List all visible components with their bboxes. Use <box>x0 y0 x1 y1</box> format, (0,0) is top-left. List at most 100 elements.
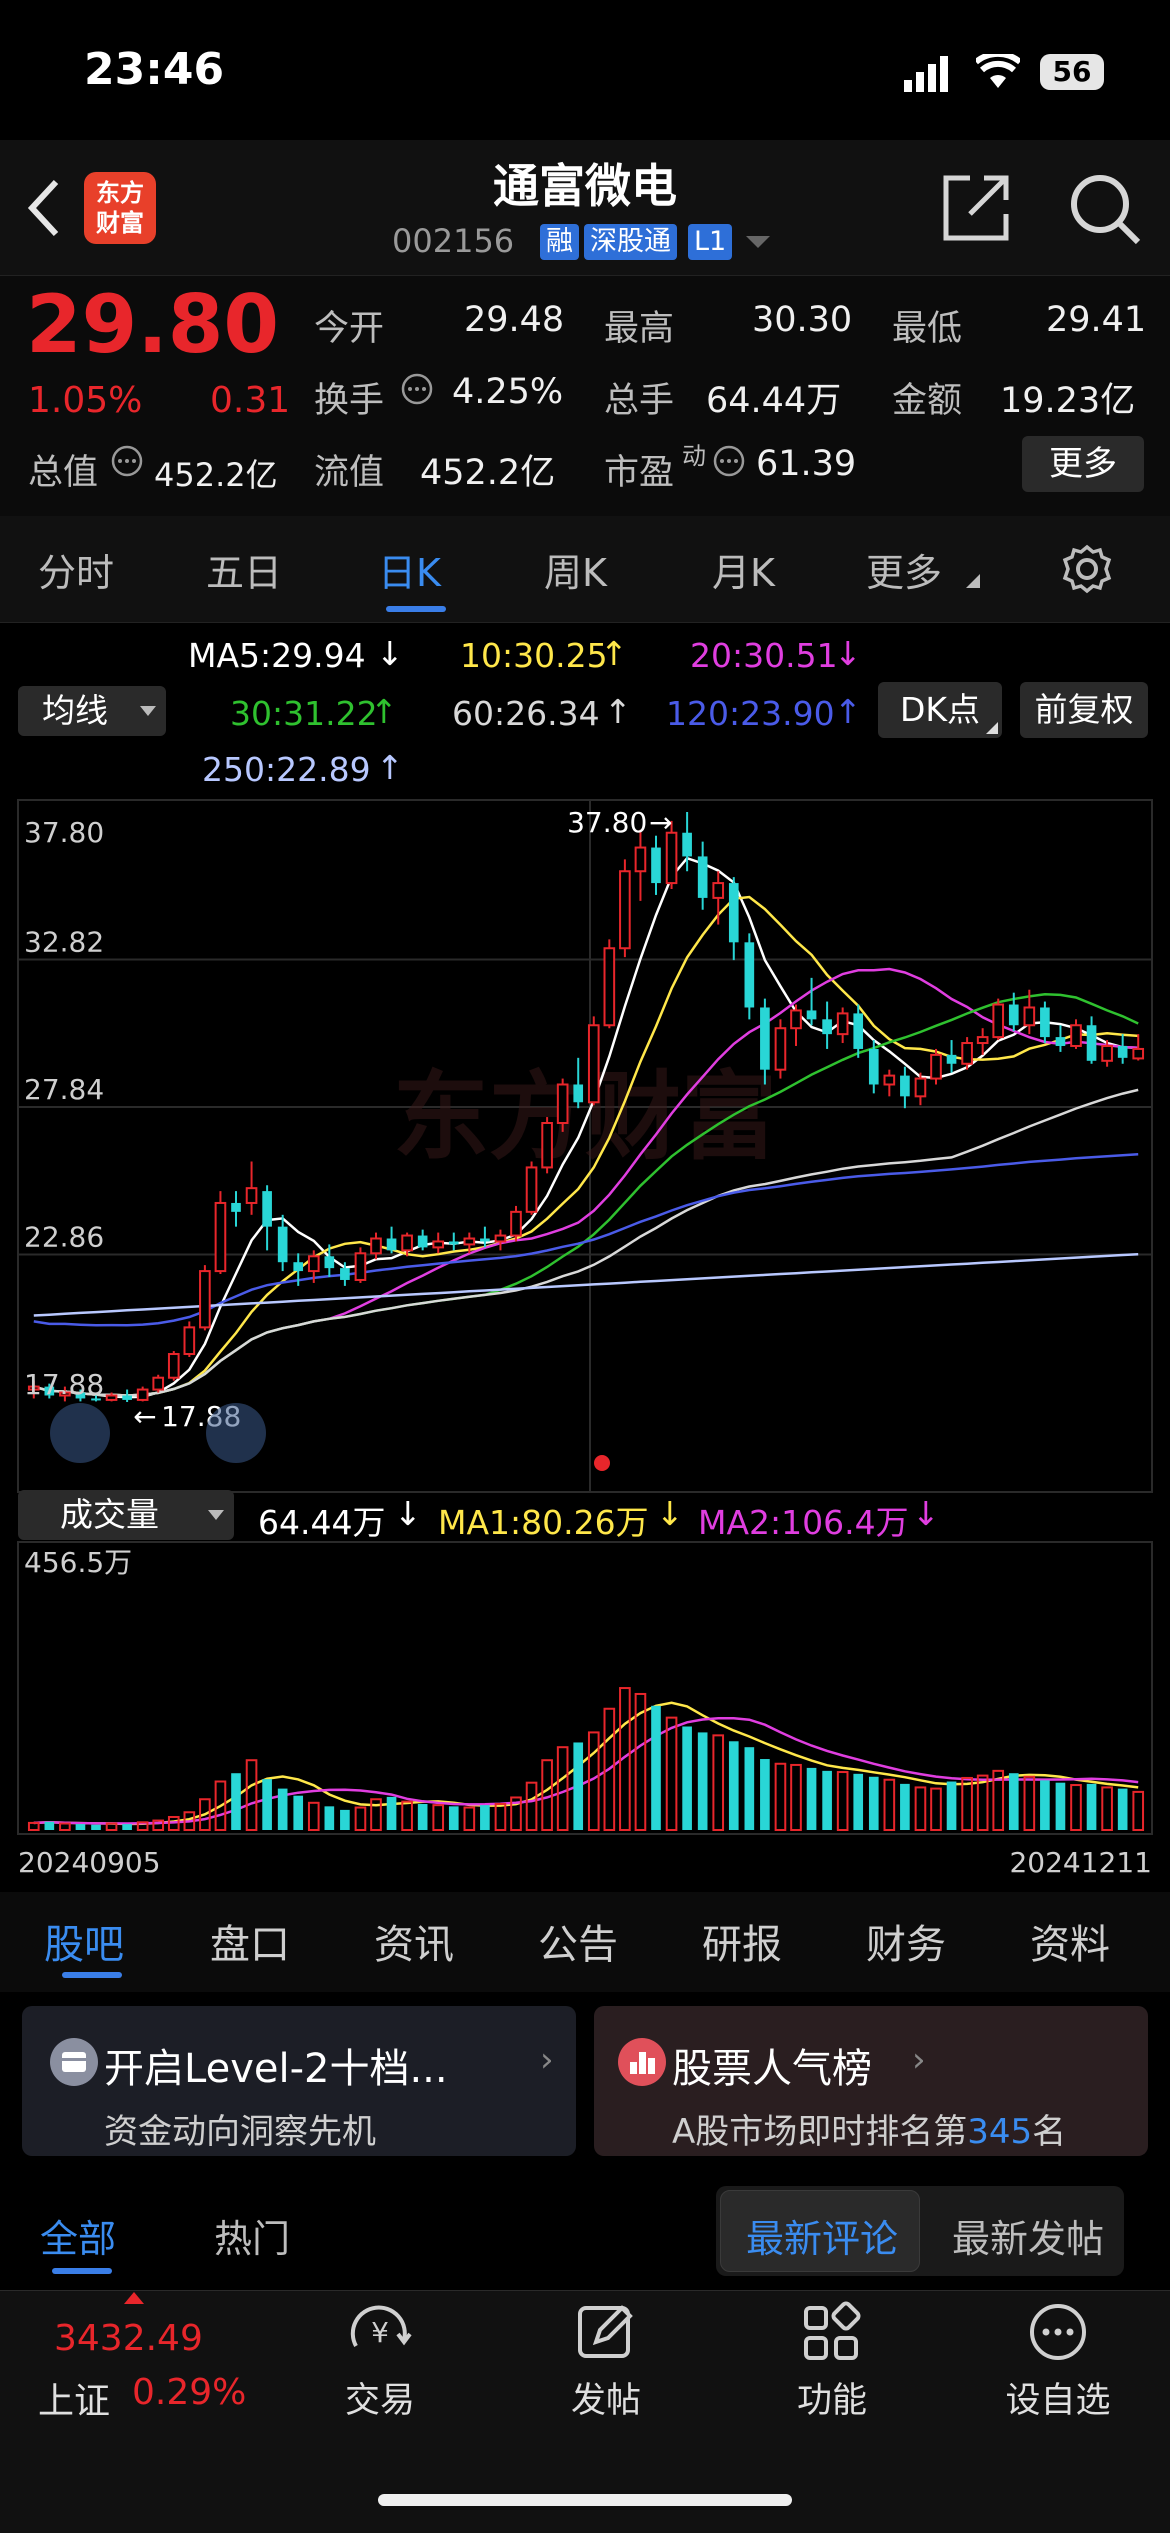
tag-level: L1 <box>688 224 733 260</box>
popularity-title: 股票人气榜 <box>672 2046 872 2092</box>
candle-body <box>651 847 661 884</box>
subtab-financials[interactable]: 财务 <box>866 1912 946 1970</box>
low-value: 29.41 <box>1046 300 1147 340</box>
candle-body <box>665 831 678 885</box>
volume-bar <box>59 1822 71 1832</box>
tab-five-day[interactable]: 五日 <box>206 542 282 597</box>
volume-bar <box>1086 1783 1097 1830</box>
down-arrow-icon: ↓ <box>376 634 404 673</box>
subtab-news[interactable]: 资讯 <box>374 1912 454 1970</box>
volume-bar <box>853 1773 864 1830</box>
post-icon[interactable] <box>526 2300 686 2364</box>
up-triangle-icon <box>124 2292 144 2304</box>
event-bubble[interactable] <box>206 1403 266 1463</box>
feed-tab-all[interactable]: 全部 <box>40 2208 116 2263</box>
down-arrow-icon: ↓ <box>394 1494 422 1533</box>
candle-body <box>293 1262 304 1272</box>
price-tick-label: 27.84 <box>24 1073 104 1106</box>
subtab-research[interactable]: 研报 <box>702 1912 782 1970</box>
amount-label: 金额 <box>892 381 963 421</box>
volume-bar <box>1117 1788 1128 1830</box>
volume-bar <box>401 1800 413 1831</box>
volume-selector[interactable]: 成交量 <box>18 1490 234 1540</box>
search-icon[interactable] <box>1066 170 1142 246</box>
candle-body <box>167 1353 180 1379</box>
subtab-forum[interactable]: 股吧 <box>44 1912 124 1970</box>
candle-body <box>1070 1024 1082 1047</box>
info-icon[interactable] <box>110 444 144 478</box>
nav-add-watchlist[interactable]: 设自选 <box>978 2372 1138 2423</box>
subtab-profile[interactable]: 资料 <box>1030 1912 1110 1970</box>
volume-bar <box>790 1763 802 1831</box>
volume-bar <box>463 1806 476 1832</box>
nav-functions[interactable]: 功能 <box>752 2372 912 2423</box>
sort-latest-post[interactable]: 最新发帖 <box>952 2208 1104 2263</box>
candle-body <box>603 947 616 1027</box>
tab-weekly-k[interactable]: 周K <box>544 542 607 597</box>
volume-bar <box>930 1787 942 1831</box>
nav-trade[interactable]: 交易 <box>300 2372 460 2423</box>
candle-body <box>774 1027 787 1071</box>
dk-point-button[interactable]: DK点 <box>878 682 1002 738</box>
feed-tab-hot[interactable]: 热门 <box>214 2208 290 2263</box>
down-arrow-icon: ↓ <box>912 1494 940 1533</box>
low-label: 最低 <box>892 309 963 349</box>
functions-icon[interactable] <box>752 2300 912 2364</box>
candle-body <box>231 1202 241 1212</box>
more-dots-icon[interactable] <box>978 2300 1138 2364</box>
volume-value: 64.44万 <box>706 381 842 421</box>
candle-body <box>697 856 708 898</box>
active-feed-indicator <box>52 2268 112 2274</box>
wifi-icon <box>976 54 1020 88</box>
turnover-value: 4.25% <box>452 372 564 412</box>
candle-body <box>946 1054 957 1064</box>
signal-icon <box>904 56 948 92</box>
candle-body <box>1117 1045 1128 1058</box>
volume-bar <box>494 1802 507 1831</box>
float-label: 流值 <box>314 453 385 493</box>
event-dot[interactable] <box>594 1455 610 1471</box>
volume-bar <box>868 1776 879 1830</box>
index-name[interactable]: 上证 <box>38 2372 110 2424</box>
gear-icon[interactable] <box>1062 544 1112 594</box>
volume-panel-frame <box>17 1541 1153 1835</box>
tab-intraday[interactable]: 分时 <box>38 542 114 597</box>
volume-ma2: MA2:106.4万 <box>698 1503 909 1542</box>
kline-chart[interactable]: 东方财富 37.80 32.82 27.84 22.86 17.88 37.80 → ←… <box>0 790 1170 1880</box>
info-icon[interactable] <box>712 444 746 478</box>
back-icon[interactable] <box>26 178 62 238</box>
volume-bar <box>480 1805 490 1830</box>
info-icon[interactable] <box>400 372 434 406</box>
volume-bar <box>900 1783 910 1830</box>
subtab-orderbook[interactable]: 盘口 <box>210 1912 290 1970</box>
sort-latest-comment[interactable]: 最新评论 <box>746 2208 898 2263</box>
index-change[interactable]: 0.29% <box>132 2372 246 2413</box>
up-arrow-icon: ↑ <box>600 634 628 673</box>
candle-body <box>448 1241 459 1245</box>
candle-body <box>1101 1044 1113 1062</box>
tab-monthly-k[interactable]: 月K <box>712 542 775 597</box>
volume-ma1: MA1:80.26万 <box>438 1503 649 1542</box>
trade-icon[interactable]: ¥ <box>300 2300 460 2364</box>
tag-margin: 融 <box>540 224 579 260</box>
end-date-label: 20241211 <box>1009 1846 1152 1879</box>
price-adjust-button[interactable]: 前复权 <box>1020 682 1148 738</box>
tab-daily-k[interactable]: 日K <box>378 542 441 597</box>
subtab-announcements[interactable]: 公告 <box>538 1912 618 1970</box>
right-arrow-icon: → <box>649 806 672 839</box>
volume-bar <box>91 1824 101 1830</box>
candle-body <box>976 1036 989 1045</box>
index-value[interactable]: 3432.49 <box>54 2318 203 2359</box>
popularity-subtitle: A股市场即时排名第345名 <box>672 2112 1067 2152</box>
more-quote-button[interactable]: 更多 <box>1022 436 1144 492</box>
volume-bar <box>836 1771 849 1831</box>
nav-post[interactable]: 发帖 <box>526 2372 686 2423</box>
dropdown-caret-icon[interactable] <box>746 236 770 250</box>
volume-bar <box>744 1747 755 1830</box>
open-value: 29.48 <box>464 300 565 340</box>
tab-more[interactable]: 更多 <box>866 542 942 597</box>
candle-body <box>1023 1006 1036 1027</box>
volume-bar <box>883 1778 896 1832</box>
share-icon[interactable] <box>940 172 1012 244</box>
event-bubble[interactable] <box>50 1403 110 1463</box>
